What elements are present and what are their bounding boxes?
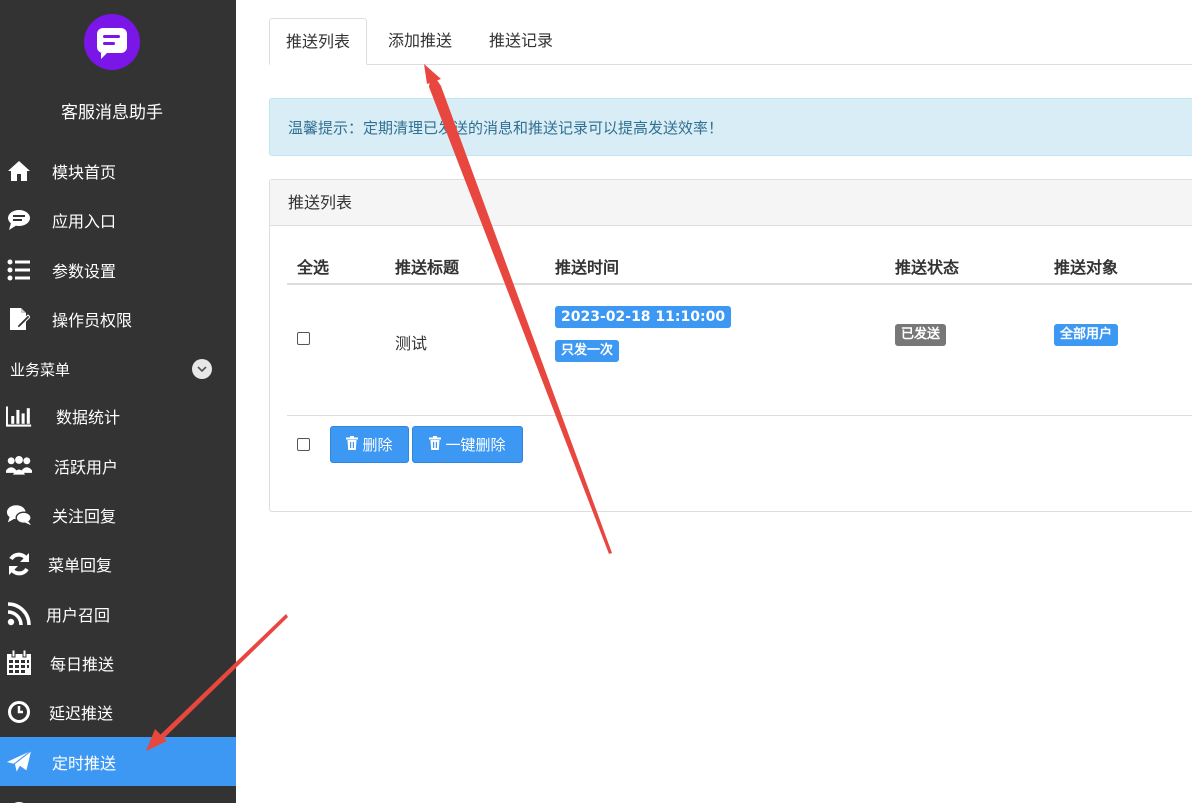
sidebar-item-label: 数据统计 — [56, 407, 121, 427]
sidebar-item-active-users[interactable]: 活跃用户 — [0, 441, 236, 490]
users-icon — [6, 453, 32, 479]
push-time-badge: 2023-02-18 11:10:00 — [555, 306, 732, 328]
sidebar-item-label: 用户召回 — [46, 605, 111, 625]
delete-all-button[interactable]: 一键删除 — [412, 426, 523, 463]
chevron-down-icon[interactable] — [192, 359, 212, 379]
delete-button[interactable]: 删除 — [330, 426, 409, 463]
row-title: 测试 — [395, 334, 428, 353]
tab-add-push[interactable]: 添加推送 — [388, 18, 452, 65]
paper-plane-icon — [6, 749, 32, 775]
sidebar-item-scheduled-push[interactable]: 定时推送 — [0, 737, 236, 786]
target-badge: 全部用户 — [1054, 324, 1119, 346]
comments-icon — [6, 502, 32, 528]
sidebar-item-label: 参数设置 — [52, 261, 117, 281]
push-list-panel: 推送列表 全选 推送标题 推送时间 推送状态 推送对象 测试 2023-02-1… — [269, 179, 1192, 512]
business-menu-header[interactable]: 业务菜单 — [0, 352, 236, 386]
app-title: 客服消息助手 — [61, 103, 163, 123]
clock-icon — [6, 800, 32, 803]
delete-all-button-label: 一键删除 — [445, 436, 506, 454]
sidebar-item-delayed-push[interactable]: 延迟推送 — [0, 687, 236, 736]
list-settings-icon — [6, 257, 32, 283]
section-label: 业务菜单 — [10, 360, 71, 379]
message-icon — [97, 28, 127, 59]
sidebar-item-user-recall[interactable]: 用户召回 — [0, 589, 236, 638]
sidebar-item-label: 菜单回复 — [48, 555, 113, 575]
chat-bubble-icon — [6, 207, 32, 233]
document-edit-icon — [6, 306, 32, 332]
sidebar-item-statistics[interactable]: 数据统计 — [0, 391, 236, 440]
footer-select-all-checkbox[interactable] — [297, 438, 310, 451]
bar-chart-icon — [6, 403, 32, 429]
sidebar-item-label: 应用入口 — [52, 211, 117, 231]
column-header-target: 推送对象 — [1054, 258, 1119, 277]
app-logo — [84, 14, 140, 70]
trash-icon — [429, 435, 442, 454]
header-divider — [287, 283, 1192, 285]
main-content: 推送列表 添加推送 推送记录 温馨提示：定期清理已发送的消息和推送记录可以提高发… — [236, 0, 1192, 803]
sidebar-item-app-entry[interactable]: 应用入口 — [0, 195, 236, 244]
tab-bar: 推送列表 添加推送 推送记录 — [269, 18, 1192, 65]
clock-icon — [6, 699, 32, 725]
sidebar-item-settings[interactable]: 参数设置 — [0, 245, 236, 294]
sidebar-item-label: 每日推送 — [50, 654, 115, 674]
calendar-icon — [6, 649, 32, 676]
column-header-time: 推送时间 — [555, 258, 620, 277]
delete-button-label: 删除 — [362, 436, 393, 454]
rss-icon — [6, 601, 32, 627]
frequency-badge: 只发一次 — [555, 340, 620, 362]
refresh-icon — [6, 551, 32, 577]
row-checkbox[interactable] — [297, 332, 310, 345]
column-header-select-all[interactable]: 全选 — [297, 254, 329, 278]
column-header-title: 推送标题 — [395, 258, 460, 277]
sidebar-item-daily-push[interactable]: 每日推送 — [0, 638, 236, 687]
sidebar-item-menu-reply[interactable]: 菜单回复 — [0, 539, 236, 588]
sidebar-item-follow-reply[interactable]: 关注回复 — [0, 490, 236, 539]
status-badge: 已发送 — [895, 324, 947, 346]
sidebar-item-next[interactable] — [0, 788, 236, 803]
sidebar: 客服消息助手 模块首页 应用入口 参数设置 操作员权限 业务菜单 数据统计 活跃… — [0, 0, 236, 803]
column-header-status: 推送状态 — [895, 258, 960, 277]
sidebar-item-label: 关注回复 — [52, 506, 117, 526]
sidebar-item-label: 模块首页 — [52, 162, 117, 182]
sidebar-item-label: 延迟推送 — [49, 703, 114, 723]
info-alert: 温馨提示：定期清理已发送的消息和推送记录可以提高发送效率！ — [269, 98, 1192, 156]
tab-push-records[interactable]: 推送记录 — [489, 18, 553, 65]
sidebar-item-label: 定时推送 — [52, 753, 117, 773]
sidebar-item-home[interactable]: 模块首页 — [0, 146, 236, 195]
sidebar-item-label: 活跃用户 — [54, 457, 119, 477]
panel-title: 推送列表 — [270, 180, 1192, 226]
trash-icon — [346, 435, 359, 454]
row-divider — [287, 415, 1192, 416]
sidebar-item-operator-permissions[interactable]: 操作员权限 — [0, 294, 236, 343]
home-icon — [6, 158, 32, 184]
tab-push-list[interactable]: 推送列表 — [269, 18, 367, 65]
sidebar-item-label: 操作员权限 — [52, 310, 133, 330]
